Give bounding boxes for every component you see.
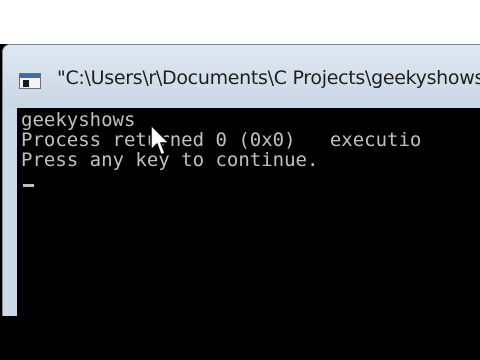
window-title: "C:\Users\r\Documents\C Projects\geekysh… [57,67,480,89]
window-titlebar[interactable]: "C:\Users\r\Documents\C Projects\geekysh… [3,45,480,107]
mouse-pointer-icon [150,124,170,156]
screen: "C:\Users\r\Documents\C Projects\geekysh… [0,0,480,360]
text-cursor [23,184,34,187]
console-line-process-returned: Process returned 0 (0x0) executio [21,129,422,151]
console-window-icon[interactable] [19,73,41,89]
desktop-background [0,0,480,44]
desktop-bottom-edge [0,316,480,360]
console-output[interactable]: geekyshows Process returned 0 (0x0) exec… [17,108,480,317]
console-line-program-output: geekyshows [21,109,136,131]
console-window[interactable]: "C:\Users\r\Documents\C Projects\geekysh… [2,44,480,318]
